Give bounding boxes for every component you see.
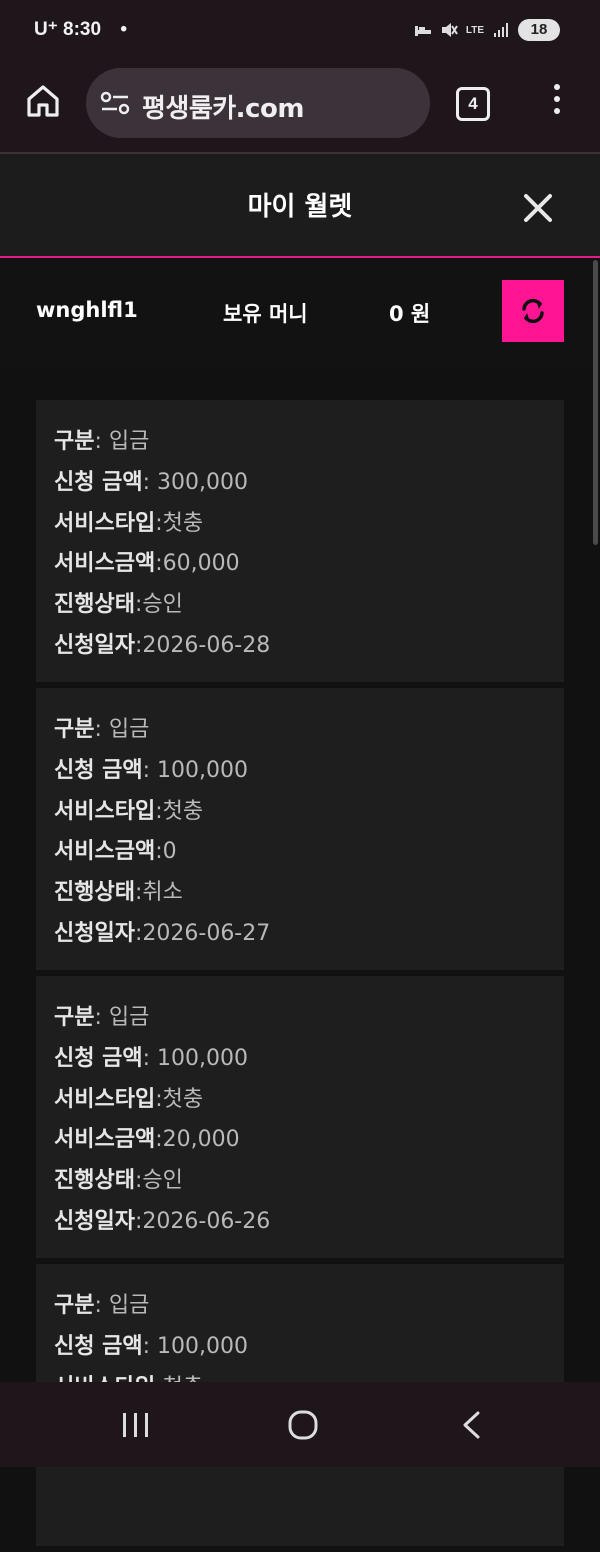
- close-icon[interactable]: [522, 192, 554, 224]
- status-bar: U⁺ 8:30 • LTE 18: [0, 0, 600, 62]
- service-type-label: 서비스타입: [54, 510, 156, 536]
- tab-switcher-button[interactable]: 4: [456, 87, 490, 121]
- type-line: 구분: 입금: [54, 717, 150, 742]
- date-label: 신청일자: [54, 1208, 135, 1234]
- status-line: 진행상태:승인: [54, 592, 183, 618]
- date-line: 신청일자:2026-06-27: [54, 920, 271, 946]
- amount-line: 신청 금액: 100,000: [54, 1045, 249, 1071]
- transaction-card: 구분: 입금 신청 금액: 300,000 서비스타입:첫충 서비스금액:60,…: [36, 400, 564, 682]
- status-left: U⁺ 8:30 •: [34, 18, 127, 41]
- date-label: 신청일자: [54, 920, 135, 946]
- amount-label: 신청 금액: [54, 469, 143, 495]
- service-amount-line: 서비스금액:20,000: [54, 1127, 240, 1153]
- type-label: 구분: [54, 1293, 95, 1318]
- amount-line: 신청 금액: 100,000: [54, 757, 249, 783]
- type-value: 입금: [108, 429, 150, 454]
- date-label: 신청일자: [54, 632, 135, 658]
- scrollbar-thumb[interactable]: [593, 260, 598, 545]
- status-value: 승인: [142, 592, 183, 618]
- money-value: 0 원: [389, 302, 431, 326]
- status-label: 진행상태: [54, 1168, 135, 1194]
- date-line: 신청일자:2026-06-26: [54, 1208, 271, 1234]
- type-value: 입금: [108, 1293, 150, 1318]
- type-value: 입금: [108, 1005, 150, 1030]
- amount-label: 신청 금액: [54, 1045, 143, 1071]
- amount-label: 신청 금액: [54, 1333, 143, 1359]
- modal-header: 마이 월렛: [0, 154, 600, 256]
- type-value: 입금: [108, 717, 150, 742]
- service-type-value: 첫충: [162, 798, 204, 824]
- home-icon[interactable]: [24, 82, 62, 120]
- amount-line: 신청 금액: 300,000: [54, 469, 249, 495]
- type-label: 구분: [54, 717, 95, 742]
- service-amount-label: 서비스금액: [54, 551, 156, 577]
- amount-line: 신청 금액: 100,000: [54, 1333, 249, 1359]
- type-line: 구분: 입금: [54, 429, 150, 454]
- recent-apps-icon[interactable]: [121, 1412, 151, 1438]
- type-label: 구분: [54, 1005, 95, 1030]
- type-line: 구분: 입금: [54, 1293, 150, 1318]
- status-line: 진행상태:취소: [54, 880, 183, 906]
- date-value: 2026-06-28: [142, 632, 271, 658]
- more-menu-icon[interactable]: [547, 84, 567, 120]
- amount-value: 100,000: [157, 1045, 249, 1071]
- home-nav-icon[interactable]: [288, 1410, 318, 1440]
- refresh-button[interactable]: [502, 280, 564, 342]
- lte-label: LTE: [465, 24, 484, 36]
- service-type-value: 첫충: [162, 510, 204, 536]
- status-icons: LTE 18: [414, 19, 560, 41]
- transaction-card: 구분: 입금 신청 금액: 100,000 서비스타입:첫충 서비스금액:20,…: [36, 976, 564, 1258]
- notification-dot: •: [120, 19, 127, 40]
- amount-label: 신청 금액: [54, 757, 143, 783]
- date-value: 2026-06-26: [142, 1208, 271, 1234]
- service-amount-value: 60,000: [162, 551, 240, 577]
- service-amount-value: 20,000: [162, 1127, 240, 1153]
- service-amount-value: 0: [162, 839, 177, 865]
- date-line: 신청일자:2026-06-28: [54, 632, 271, 658]
- mute-icon: [441, 23, 458, 37]
- service-type-line: 서비스타입:첫충: [54, 510, 204, 536]
- transaction-card: 구분: 입금 신청 금액: 100,000 서비스타입:첫충 서비스금액:0 진…: [36, 688, 564, 970]
- username: wnghlfl1: [36, 298, 138, 322]
- url-text: 평생룸카.com: [142, 94, 304, 124]
- refresh-icon: [522, 298, 544, 324]
- type-label: 구분: [54, 429, 95, 454]
- service-type-label: 서비스타입: [54, 798, 156, 824]
- carrier-label: U⁺: [34, 19, 58, 40]
- type-line: 구분: 입금: [54, 1005, 150, 1030]
- transaction-list: 구분: 입금 신청 금액: 300,000 서비스타입:첫충 서비스금액:60,…: [36, 400, 564, 1552]
- site-settings-icon[interactable]: [100, 91, 130, 115]
- status-line: 진행상태:승인: [54, 1168, 183, 1194]
- status-label: 진행상태: [54, 880, 135, 906]
- modal-title: 마이 월렛: [247, 192, 353, 222]
- browser-toolbar: 평생룸카.com 4: [0, 62, 600, 152]
- service-amount-line: 서비스금액:0: [54, 839, 177, 865]
- signal-icon: [494, 23, 508, 37]
- address-bar[interactable]: 평생룸카.com: [86, 68, 430, 138]
- money-label: 보유 머니: [223, 302, 308, 326]
- status-value: 승인: [142, 1168, 183, 1194]
- service-amount-label: 서비스금액: [54, 839, 156, 865]
- status-value: 취소: [142, 880, 183, 906]
- battery-icon: 18: [518, 19, 560, 41]
- system-nav-bar: [0, 1382, 600, 1467]
- service-type-label: 서비스타입: [54, 1086, 156, 1112]
- amount-value: 100,000: [157, 757, 249, 783]
- sleep-mode-icon: [414, 26, 431, 36]
- service-type-value: 첫충: [162, 1086, 204, 1112]
- service-amount-line: 서비스금액:60,000: [54, 551, 240, 577]
- status-label: 진행상태: [54, 592, 135, 618]
- back-icon[interactable]: [461, 1411, 481, 1439]
- service-type-line: 서비스타입:첫충: [54, 1086, 204, 1112]
- clock: 8:30: [63, 19, 102, 40]
- service-amount-label: 서비스금액: [54, 1127, 156, 1153]
- amount-value: 300,000: [157, 469, 249, 495]
- wallet-summary: wnghlfl1 보유 머니 0 원: [0, 258, 600, 368]
- amount-value: 100,000: [157, 1333, 249, 1359]
- date-value: 2026-06-27: [142, 920, 271, 946]
- service-type-line: 서비스타입:첫충: [54, 798, 204, 824]
